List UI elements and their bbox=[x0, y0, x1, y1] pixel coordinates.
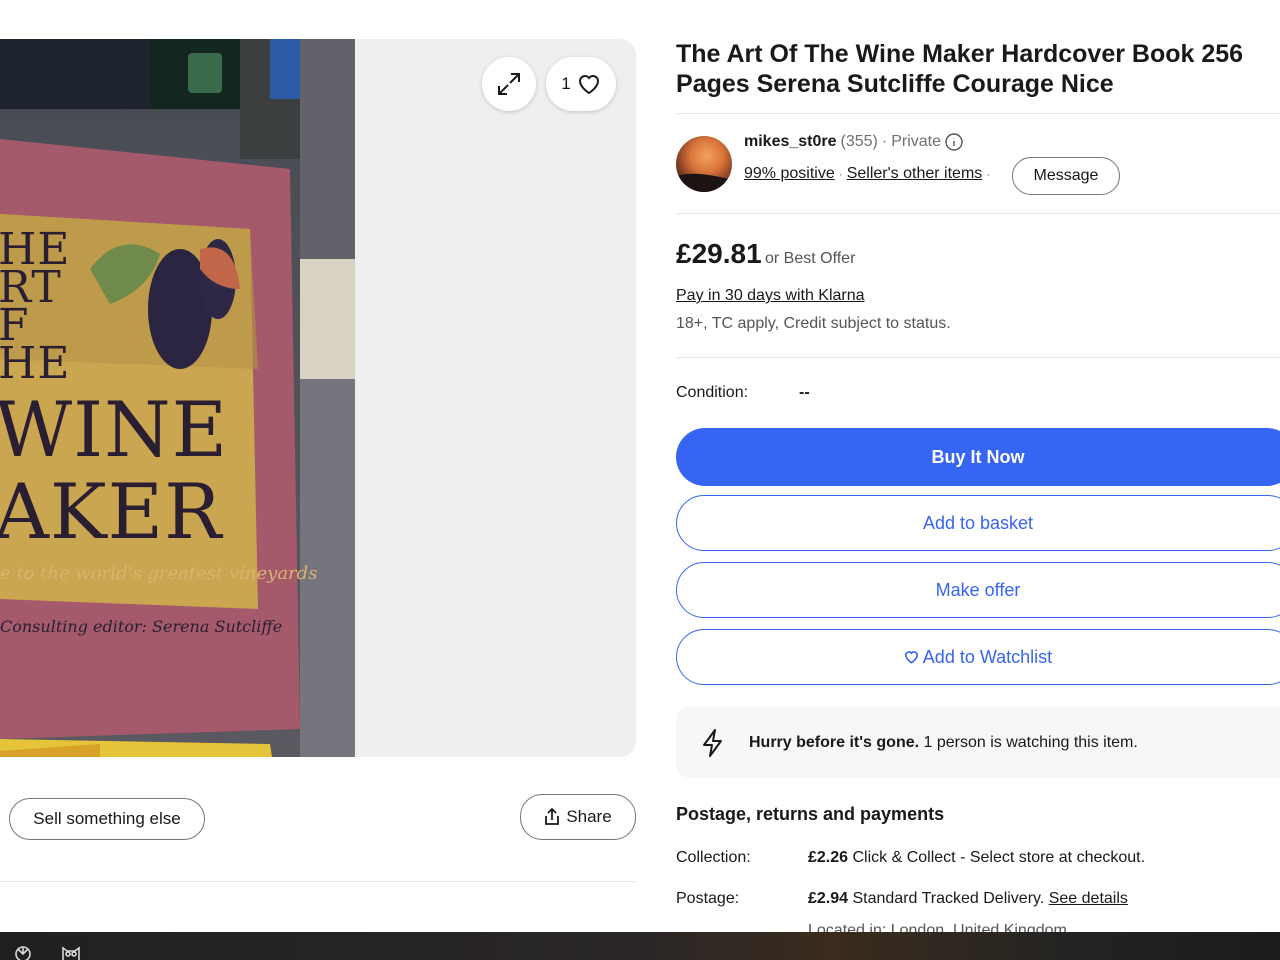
book-cover-big-title: WINE AKER bbox=[0, 389, 228, 553]
add-to-basket-label: Add to basket bbox=[922, 512, 1034, 533]
heart-icon bbox=[578, 75, 599, 95]
collection-value: £2.26 Click & Collect - Select store at … bbox=[808, 849, 1145, 867]
collection-price: £2.26 bbox=[808, 849, 849, 866]
postage-text: Standard Tracked Delivery. bbox=[848, 890, 1049, 907]
collection-label: Collection: bbox=[676, 849, 751, 866]
make-offer-label: Make offer bbox=[935, 579, 1021, 600]
condition-label: Condition: bbox=[676, 384, 749, 401]
urgency-detail: 1 person is watching this item. bbox=[919, 734, 1138, 751]
watch-count-button[interactable]: 1 bbox=[546, 57, 616, 111]
share-button[interactable]: Share bbox=[520, 794, 636, 840]
separator-dot: · bbox=[881, 133, 888, 150]
owl-icon[interactable] bbox=[60, 942, 82, 960]
expand-image-button[interactable] bbox=[482, 57, 536, 111]
heart-icon bbox=[904, 651, 918, 664]
message-button[interactable]: Message bbox=[1012, 157, 1120, 195]
feedback-count: (355) bbox=[840, 133, 878, 150]
image-gallery: HE RT F HE WINE AKER e to the world's gr… bbox=[0, 39, 636, 757]
product-photo[interactable]: HE RT F HE WINE AKER e to the world's gr… bbox=[0, 39, 355, 757]
seller-info: mikes_st0re (355) · Private bbox=[744, 133, 963, 151]
book-cover-subtitle: e to the world's greatest vineyards bbox=[0, 563, 318, 584]
sell-button-label: Sell something else bbox=[33, 809, 181, 828]
lightning-icon bbox=[703, 729, 722, 757]
watch-count: 1 bbox=[561, 74, 571, 93]
info-icon[interactable] bbox=[945, 133, 963, 151]
seller-other-items-link[interactable]: Seller's other items bbox=[847, 165, 983, 183]
separator-dot: · bbox=[986, 167, 991, 181]
klarna-link[interactable]: Pay in 30 days with Klarna bbox=[676, 287, 865, 305]
klarna-note: 18+, TC apply, Credit subject to status. bbox=[676, 315, 951, 332]
sell-something-else-button[interactable]: Sell something else bbox=[9, 798, 205, 840]
condition-value: -- bbox=[799, 384, 810, 401]
postage-value: £2.94 Standard Tracked Delivery. See det… bbox=[808, 890, 1128, 908]
buy-it-now-button[interactable]: Buy It Now bbox=[676, 428, 1280, 486]
divider bbox=[0, 881, 636, 882]
share-icon bbox=[545, 808, 560, 825]
book-cover-line: WINE bbox=[0, 385, 229, 474]
make-offer-button[interactable]: Make offer bbox=[676, 562, 1280, 618]
best-offer-text: or Best Offer bbox=[765, 250, 856, 267]
divider bbox=[676, 357, 1280, 358]
add-to-watchlist-label: Add to Watchlist bbox=[922, 646, 1053, 667]
expand-icon bbox=[498, 73, 520, 95]
listing-title: The Art Of The Wine Maker Hardcover Book… bbox=[676, 40, 1244, 98]
urgency-banner: Hurry before it's gone. 1 person is watc… bbox=[676, 706, 1280, 778]
separator-dot: · bbox=[838, 167, 843, 181]
urgency-bold: Hurry before it's gone. bbox=[749, 734, 920, 751]
seller-name[interactable]: mikes_st0re bbox=[744, 133, 837, 151]
taskbar bbox=[0, 932, 1280, 960]
seller-avatar[interactable] bbox=[676, 136, 732, 192]
postage-label: Postage: bbox=[676, 890, 740, 907]
positive-feedback-link[interactable]: 99% positive bbox=[744, 165, 835, 183]
collection-text: Click & Collect - Select store at checko… bbox=[848, 849, 1146, 866]
postage-section-title: Postage, returns and payments bbox=[676, 804, 945, 824]
urgency-text: Hurry before it's gone. 1 person is watc… bbox=[749, 734, 1138, 752]
see-details-link[interactable]: See details bbox=[1049, 890, 1128, 907]
message-label: Message bbox=[1033, 167, 1099, 184]
book-cover-line: AKER bbox=[0, 467, 223, 556]
add-to-watchlist-button[interactable]: Add to Watchlist bbox=[676, 629, 1280, 685]
share-label: Share bbox=[566, 807, 612, 826]
divider bbox=[676, 213, 1280, 214]
add-to-basket-button[interactable]: Add to basket bbox=[676, 495, 1280, 551]
seller-links: 99% positive · Seller's other items · bbox=[744, 165, 994, 183]
divider bbox=[676, 113, 1280, 114]
price: £29.81 bbox=[676, 238, 762, 269]
openai-icon[interactable] bbox=[12, 942, 34, 960]
book-cover-editor: Consulting editor: Serena Sutcliffe bbox=[0, 617, 283, 636]
seller-type: Private bbox=[891, 133, 941, 150]
book-cover-title: HE RT F HE bbox=[0, 228, 71, 389]
postage-price: £2.94 bbox=[808, 890, 849, 907]
buy-it-now-label: Buy It Now bbox=[931, 446, 1025, 467]
book-cover-line: HE bbox=[0, 338, 71, 389]
